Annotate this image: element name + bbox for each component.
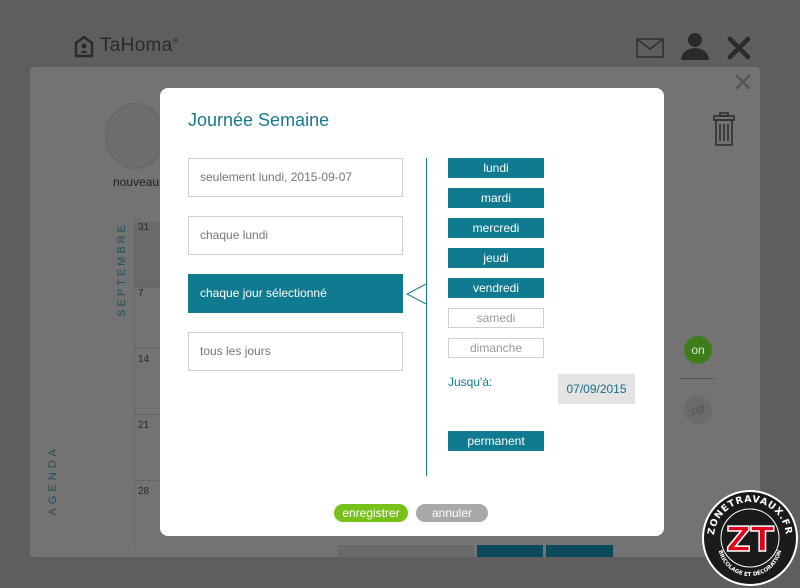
on-toggle[interactable]: on: [684, 336, 712, 364]
permanent-button[interactable]: permanent: [448, 431, 544, 451]
calendar-day[interactable]: 28: [135, 486, 161, 497]
option-every-day[interactable]: tous les jours: [188, 332, 403, 371]
panel-divider: [426, 158, 427, 476]
toggle-divider: [680, 378, 714, 379]
off-toggle[interactable]: off: [684, 396, 712, 424]
calendar-strip: [338, 545, 474, 557]
calendar-day[interactable]: 21: [135, 420, 161, 431]
trash-icon[interactable]: [713, 112, 735, 146]
top-bar: TaHoma®: [0, 0, 800, 66]
watermark-mark: ZT: [726, 520, 775, 560]
calendar-strip: [546, 545, 613, 557]
panel-close-icon[interactable]: [735, 74, 751, 90]
user-icon[interactable]: [680, 32, 710, 60]
dialog-title: Journée Semaine: [188, 110, 330, 130]
house-icon: [74, 35, 94, 58]
zonetravaux-watermark-logo: ZONETRAVAUX.FR BRICOLAGE ET DÉCORATION Z…: [702, 490, 798, 586]
option-every-monday[interactable]: chaque lundi: [188, 216, 403, 255]
day-dimanche[interactable]: dimanche: [448, 338, 544, 358]
option-only-monday[interactable]: seulement lundi, 2015-09-07: [188, 158, 403, 197]
day-samedi[interactable]: samedi: [448, 308, 544, 328]
clock-dial: [105, 103, 165, 169]
agenda-label: AGENDA: [47, 445, 59, 516]
tahoma-logo: TaHoma®: [72, 34, 179, 58]
until-date-field[interactable]: 07/09/2015: [558, 374, 635, 404]
calendar-strip: [477, 545, 543, 557]
day-lundi[interactable]: lundi: [448, 158, 544, 178]
day-vendredi[interactable]: vendredi: [448, 278, 544, 298]
calendar-day[interactable]: 31: [135, 222, 161, 288]
nouveau-label: nouveau: [113, 175, 160, 189]
month-label: SEPTEMBRE: [116, 222, 128, 317]
calendar-day[interactable]: 14: [135, 354, 161, 365]
mail-icon[interactable]: [636, 38, 664, 58]
close-icon[interactable]: [727, 36, 751, 60]
logo-text: TaHoma®: [100, 35, 179, 56]
option-every-selected-day[interactable]: chaque jour sélectionné: [188, 274, 403, 313]
journee-semaine-dialog: Journée Semaine seulement lundi, 2015-09…: [160, 88, 664, 536]
day-mardi[interactable]: mardi: [448, 188, 544, 208]
save-button[interactable]: enregistrer: [334, 504, 408, 522]
day-mercredi[interactable]: mercredi: [448, 218, 544, 238]
cancel-button[interactable]: annuler: [416, 504, 488, 522]
day-jeudi[interactable]: jeudi: [448, 248, 544, 268]
calendar-day[interactable]: 7: [135, 288, 161, 299]
selection-pointer: [406, 284, 426, 304]
until-label: Jusqu'à:: [448, 375, 493, 389]
